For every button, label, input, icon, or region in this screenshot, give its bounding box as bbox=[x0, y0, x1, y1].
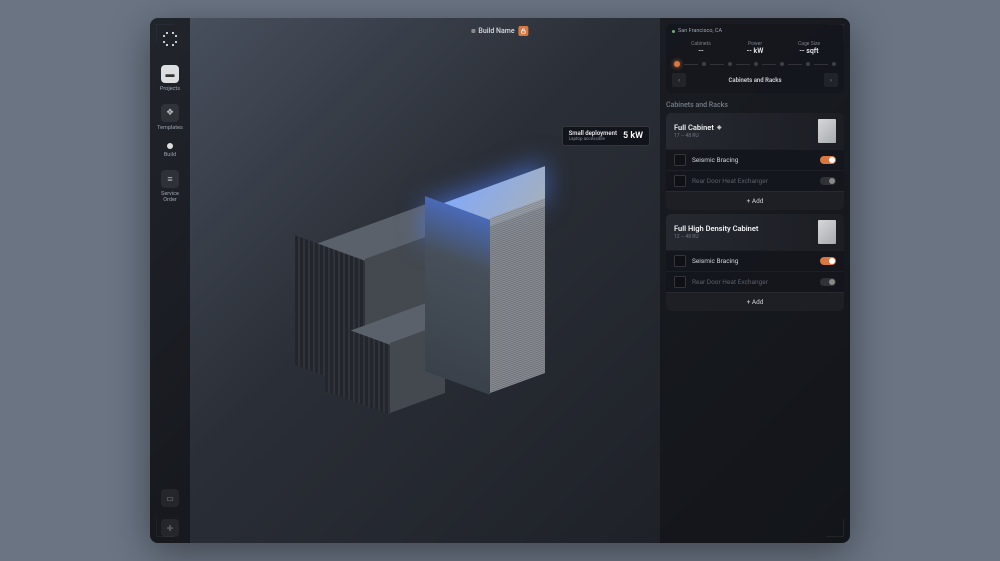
canvas-viewport[interactable] bbox=[190, 42, 660, 533]
card-header[interactable]: Full High Density Cabinet 12 – 48 RU bbox=[666, 214, 844, 250]
logo-icon[interactable] bbox=[159, 28, 181, 50]
option-checkbox[interactable] bbox=[674, 154, 686, 166]
metric-value: -- bbox=[698, 47, 703, 55]
metric-cabinets: Cabinets -- bbox=[674, 41, 728, 55]
metric-power: Power -- kW bbox=[728, 41, 782, 55]
cabinet-card: Full Cabinet ◈ 17 – 48 RU Seismic Bracin… bbox=[666, 113, 844, 210]
sidebar-item-label: Service Order bbox=[154, 191, 186, 203]
step-dot[interactable] bbox=[754, 62, 758, 66]
card-title: Full High Density Cabinet bbox=[674, 224, 758, 233]
step-dot[interactable] bbox=[832, 62, 836, 66]
progress-stepper bbox=[672, 61, 838, 71]
cabinet-thumbnail bbox=[818, 220, 836, 244]
metric-cage-size: Cage Size -- sqft bbox=[782, 41, 836, 55]
card-subtitle: 12 – 48 RU bbox=[674, 234, 758, 240]
step-dot[interactable] bbox=[674, 61, 680, 67]
recenter-icon[interactable]: ✛ bbox=[161, 519, 179, 537]
projects-icon: ▬ bbox=[161, 65, 179, 83]
option-checkbox[interactable] bbox=[674, 175, 686, 187]
cabinet-thumbnail bbox=[818, 119, 836, 143]
step-dot[interactable] bbox=[780, 62, 784, 66]
option-checkbox[interactable] bbox=[674, 255, 686, 267]
step-dot[interactable] bbox=[728, 62, 732, 66]
card-title: Full Cabinet bbox=[674, 123, 714, 132]
cards-scroll-area[interactable]: Full Cabinet ◈ 17 – 48 RU Seismic Bracin… bbox=[660, 113, 850, 543]
sidebar-item-templates[interactable]: ❖ Templates bbox=[154, 101, 186, 134]
step-dot[interactable] bbox=[702, 62, 706, 66]
service-order-icon: ≡ bbox=[161, 170, 179, 188]
lock-icon[interactable] bbox=[519, 26, 529, 36]
card-subtitle: 17 – 48 RU bbox=[674, 133, 721, 139]
add-button[interactable]: + Add bbox=[666, 292, 844, 311]
option-toggle[interactable] bbox=[820, 278, 836, 286]
add-button[interactable]: + Add bbox=[666, 191, 844, 210]
location-row[interactable]: San Francisco, CA bbox=[672, 28, 838, 37]
card-header[interactable]: Full Cabinet ◈ 17 – 48 RU bbox=[666, 113, 844, 149]
location-status-dot bbox=[672, 30, 675, 33]
tooltip-title: Small deployment bbox=[569, 130, 617, 137]
stage-next-button[interactable]: › bbox=[824, 73, 838, 87]
option-toggle[interactable] bbox=[820, 156, 836, 164]
summary-card: San Francisco, CA Cabinets -- Power -- k… bbox=[666, 24, 844, 93]
sidebar: ▬ Projects ❖ Templates Build ≡ Service O… bbox=[150, 18, 190, 543]
metric-value: -- kW bbox=[747, 47, 764, 55]
option-checkbox[interactable] bbox=[674, 276, 686, 288]
stage-label: Cabinets and Racks bbox=[728, 77, 781, 84]
cabinet-card: Full High Density Cabinet 12 – 48 RU Sei… bbox=[666, 214, 844, 311]
topbar: Build Name bbox=[471, 26, 528, 36]
collapse-icon[interactable]: ▭ bbox=[161, 489, 179, 507]
build-name-label[interactable]: Build Name bbox=[471, 27, 514, 35]
option-row: Seismic Bracing bbox=[666, 149, 844, 170]
section-title: Cabinets and Racks bbox=[666, 101, 844, 109]
sidebar-item-label: Build bbox=[164, 152, 176, 158]
step-dot[interactable] bbox=[806, 62, 810, 66]
option-label: Rear Door Heat Exchanger bbox=[692, 278, 814, 286]
tooltip-subtitle: Laptop accessible bbox=[569, 137, 617, 142]
build-icon bbox=[167, 143, 173, 149]
right-panel: San Francisco, CA Cabinets -- Power -- k… bbox=[660, 18, 850, 543]
option-row: Rear Door Heat Exchanger bbox=[666, 271, 844, 292]
option-label: Rear Door Heat Exchanger bbox=[692, 177, 814, 185]
app-window: ▬ Projects ❖ Templates Build ≡ Service O… bbox=[150, 18, 850, 543]
location-label: San Francisco, CA bbox=[678, 28, 722, 34]
templates-icon: ❖ bbox=[161, 104, 179, 122]
sidebar-item-build[interactable]: Build bbox=[154, 140, 186, 161]
option-toggle[interactable] bbox=[820, 177, 836, 185]
cabinet-tooltip: Small deployment Laptop accessible 5 kW bbox=[562, 126, 650, 146]
option-row: Rear Door Heat Exchanger bbox=[666, 170, 844, 191]
option-toggle[interactable] bbox=[820, 257, 836, 265]
stage-prev-button[interactable]: ‹ bbox=[672, 73, 686, 87]
sidebar-item-label: Projects bbox=[160, 86, 180, 92]
metric-value: -- sqft bbox=[799, 47, 818, 55]
sidebar-item-projects[interactable]: ▬ Projects bbox=[154, 62, 186, 95]
sidebar-item-label: Templates bbox=[157, 125, 183, 131]
sidebar-item-service-order[interactable]: ≡ Service Order bbox=[154, 167, 186, 206]
tooltip-value: 5 kW bbox=[623, 131, 643, 141]
diamond-icon: ◈ bbox=[717, 124, 722, 131]
option-row: Seismic Bracing bbox=[666, 250, 844, 271]
option-label: Seismic Bracing bbox=[692, 156, 814, 164]
option-label: Seismic Bracing bbox=[692, 257, 814, 265]
